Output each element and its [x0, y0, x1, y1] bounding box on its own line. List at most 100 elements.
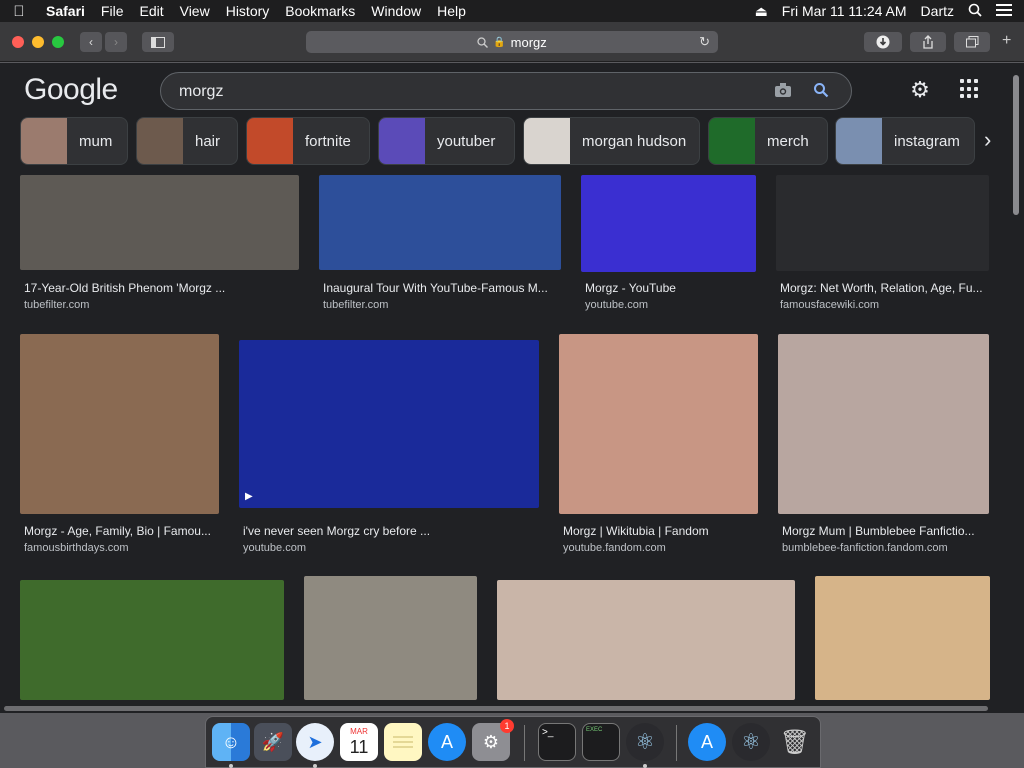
reload-icon[interactable]: ↻ — [699, 34, 710, 50]
camera-icon[interactable] — [773, 82, 793, 102]
result-title[interactable]: Inaugural Tour With YouTube-Famous M... — [323, 281, 559, 295]
chip-hair[interactable]: hair — [136, 117, 238, 165]
image-result[interactable]: Morgz: Net Worth, Relation, Age, Fu... f… — [776, 175, 990, 311]
tab-overview-button[interactable] — [954, 32, 990, 52]
finder-icon[interactable]: ☺ — [212, 723, 250, 761]
forward-button[interactable]: › — [105, 32, 127, 52]
zoom-window-button[interactable] — [52, 36, 64, 48]
chip-mum[interactable]: mum — [20, 117, 128, 165]
image-result[interactable]: Morgz - Age, Family, Bio | Famou... famo… — [20, 334, 220, 556]
spotlight-search-icon[interactable] — [968, 3, 982, 20]
result-source[interactable]: tubefilter.com — [323, 299, 388, 311]
settings-gear-icon[interactable]: ⚙ — [907, 77, 933, 103]
menu-file[interactable]: File — [93, 0, 132, 22]
menu-edit[interactable]: Edit — [131, 0, 171, 22]
result-source[interactable]: youtube.fandom.com — [563, 542, 666, 554]
app-store-icon[interactable]: A — [688, 723, 726, 761]
image-result[interactable]: 17-Year-Old British Phenom 'Morgz ... tu… — [20, 175, 300, 311]
menubar-user[interactable]: Dartz — [921, 3, 954, 19]
result-thumbnail[interactable] — [20, 175, 299, 270]
result-title[interactable]: Morgz Mum | Bumblebee Fanfictio... — [782, 524, 988, 538]
system-preferences-icon[interactable]: ⚙ 1 — [472, 719, 514, 761]
terminal-icon[interactable]: >_ — [538, 723, 576, 761]
image-result[interactable]: Morgz Mum | Bumblebee Fanfictio... bumbl… — [778, 334, 990, 556]
chevron-right-icon[interactable]: › — [984, 127, 991, 153]
result-source[interactable]: bumblebee-fanfiction.fandom.com — [782, 542, 990, 554]
trash-icon[interactable]: 🗑 — [776, 723, 814, 761]
result-title[interactable]: i've never seen Morgz cry before ... — [243, 524, 539, 538]
result-thumbnail[interactable] — [559, 334, 758, 514]
scrollbar-thumb[interactable] — [1013, 75, 1019, 215]
menu-window[interactable]: Window — [363, 0, 429, 22]
atom-icon[interactable]: ⚛ — [626, 723, 664, 761]
image-result[interactable]: Inaugural Tour With YouTube-Famous M... … — [319, 175, 562, 311]
running-indicator — [643, 764, 647, 768]
google-apps-icon[interactable] — [960, 79, 980, 99]
eject-icon[interactable]: ⏏ — [755, 3, 768, 20]
image-result[interactable]: Morgz - YouTube youtube.com — [581, 175, 757, 311]
result-title[interactable]: Morgz - Age, Family, Bio | Famou... — [24, 524, 220, 538]
result-source[interactable]: tubefilter.com — [24, 299, 89, 311]
sidebar-toggle-button[interactable] — [142, 32, 174, 52]
exec-icon[interactable]: EXEC — [582, 723, 620, 761]
launchpad-icon[interactable]: 🚀 — [254, 723, 292, 761]
chip-fortnite[interactable]: fortnite — [246, 117, 370, 165]
image-result[interactable]: ▶ i've never seen Morgz cry before ... y… — [239, 334, 540, 556]
safari-icon[interactable]: ➤ — [296, 723, 334, 761]
result-thumbnail[interactable] — [497, 580, 795, 700]
chip-merch[interactable]: merch — [708, 117, 828, 165]
result-thumbnail[interactable]: ▶ — [239, 340, 539, 508]
result-thumbnail[interactable] — [319, 175, 561, 270]
chip-instagram[interactable]: instagram — [835, 117, 975, 165]
result-source[interactable]: youtube.com — [243, 542, 306, 554]
result-thumbnail[interactable] — [776, 175, 989, 271]
menu-safari[interactable]: Safari — [38, 0, 93, 22]
result-thumbnail[interactable] — [778, 334, 989, 514]
image-result[interactable]: Morgz | Wikitubia | Fandom youtube.fando… — [559, 334, 759, 556]
chip-morgan-hudson[interactable]: morgan hudson — [523, 117, 700, 165]
menu-bookmarks[interactable]: Bookmarks — [277, 0, 363, 22]
control-center-icon[interactable] — [996, 3, 1012, 19]
google-logo[interactable]: Google — [24, 73, 118, 107]
vertical-scrollbar[interactable] — [1012, 69, 1020, 709]
chip-youtuber[interactable]: youtuber — [378, 117, 515, 165]
safari-toolbar: ‹ › 🔒 morgz ↻ + — [0, 22, 1024, 62]
menu-history[interactable]: History — [218, 0, 278, 22]
result-thumbnail[interactable] — [20, 580, 284, 700]
result-thumbnail[interactable] — [304, 576, 477, 700]
app-store-icon[interactable]: A — [428, 723, 466, 761]
calendar-icon[interactable]: MAR 11 — [340, 723, 378, 761]
notes-icon[interactable] — [384, 723, 422, 761]
horizontal-scrollbar[interactable] — [0, 706, 1008, 712]
result-source[interactable]: famousbirthdays.com — [24, 542, 129, 554]
result-thumbnail[interactable] — [581, 175, 756, 272]
result-thumbnail[interactable] — [20, 334, 219, 514]
result-source[interactable]: famousfacewiki.com — [780, 299, 879, 311]
result-title[interactable]: Morgz - YouTube — [585, 281, 757, 295]
menubar-clock[interactable]: Fri Mar 11 11:24 AM — [782, 3, 907, 19]
image-result[interactable] — [20, 580, 284, 703]
new-tab-icon[interactable]: + — [1002, 32, 1022, 50]
image-result[interactable] — [304, 576, 477, 703]
image-result[interactable] — [815, 576, 990, 703]
result-thumbnail[interactable] — [815, 576, 990, 700]
menu-help[interactable]: Help — [429, 0, 474, 22]
atom-icon[interactable]: ⚛ — [732, 723, 770, 761]
minimize-window-button[interactable] — [32, 36, 44, 48]
close-window-button[interactable] — [12, 36, 24, 48]
image-result[interactable] — [497, 580, 795, 703]
result-source[interactable]: youtube.com — [585, 299, 648, 311]
search-box[interactable] — [160, 72, 852, 110]
back-button[interactable]: ‹ — [80, 32, 102, 52]
result-title[interactable]: 17-Year-Old British Phenom 'Morgz ... — [24, 281, 300, 295]
search-icon[interactable] — [811, 82, 831, 102]
scrollbar-thumb[interactable] — [4, 706, 988, 711]
search-input[interactable] — [179, 82, 739, 102]
apple-menu-icon[interactable]:  — [0, 3, 38, 20]
downloads-button[interactable] — [864, 32, 902, 52]
result-title[interactable]: Morgz | Wikitubia | Fandom — [563, 524, 759, 538]
share-button[interactable] — [910, 32, 946, 52]
result-title[interactable]: Morgz: Net Worth, Relation, Age, Fu... — [780, 281, 990, 295]
address-bar[interactable]: 🔒 morgz ↻ — [306, 31, 718, 53]
menu-view[interactable]: View — [172, 0, 218, 22]
